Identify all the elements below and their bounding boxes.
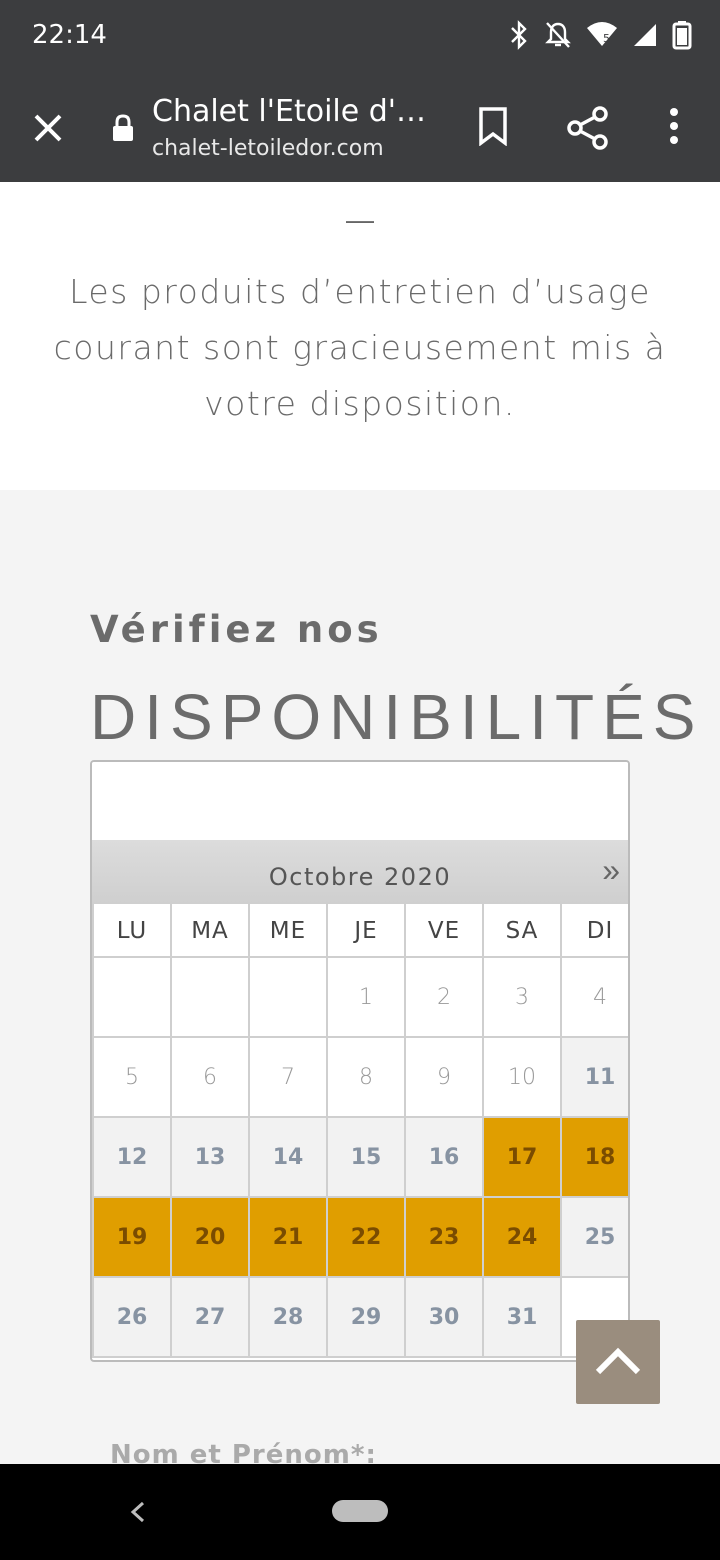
weekday-header: JE [328,904,404,956]
calendar-day-avail[interactable]: 27 [172,1278,248,1356]
share-icon [567,106,608,150]
calendar-day-past: 5 [94,1038,170,1116]
status-time: 22:14 [32,20,107,50]
calendar-day-past: 8 [328,1038,404,1116]
calendar-day-avail[interactable]: 31 [484,1278,560,1356]
lock-icon [112,114,134,147]
calendar-day-avail[interactable]: 25 [562,1198,628,1276]
calendar-day-booked[interactable]: 23 [406,1198,482,1276]
calendar-day-past: 7 [250,1038,326,1116]
calendar-day-avail[interactable]: 14 [250,1118,326,1196]
close-tab-button[interactable] [28,108,68,148]
calendar-top-space [92,762,628,840]
system-nav-bar [0,1464,720,1560]
calendar-empty-cell [250,958,326,1036]
calendar-day-avail[interactable]: 16 [406,1118,482,1196]
weekday-header: LU [94,904,170,956]
availability-heading: DISPONIBILITÉS [90,681,704,753]
weekday-header: MA [172,904,248,956]
weekday-header: VE [406,904,482,956]
page-title[interactable]: Chalet l'Etoile d'O... [152,94,432,129]
calendar-empty-cell [94,958,170,1036]
calendar-day-avail[interactable]: 12 [94,1118,170,1196]
more-options-button[interactable] [662,106,686,151]
wifi-icon: 5 [587,22,617,46]
home-pill-icon[interactable] [332,1500,388,1522]
calendar-day-booked[interactable]: 20 [172,1198,248,1276]
availability-calendar: Octobre 2020 » LU MA ME JE VE SA DI 1 2 3 4 5 6 7 8 9 10… [90,760,630,1362]
page-url[interactable]: chalet-letoiledor.com [152,136,384,161]
calendar-day-booked[interactable]: 18 [562,1118,628,1196]
calendar-day-avail[interactable]: 30 [406,1278,482,1356]
calendar-day-avail[interactable]: 11 [562,1038,628,1116]
description-text: Les produits d’entretien d’usage courant… [53,272,667,423]
calendar-day-past: 9 [406,1038,482,1116]
weekday-header: SA [484,904,560,956]
calendar-day-past: 3 [484,958,560,1036]
calendar-day-booked[interactable]: 21 [250,1198,326,1276]
calendar-day-past: 6 [172,1038,248,1116]
calendar-day-avail[interactable]: 26 [94,1278,170,1356]
calendar-day-past: 2 [406,958,482,1036]
calendar-grid: LU MA ME JE VE SA DI 1 2 3 4 5 6 7 8 9 10 11 12 13 14 15 16 17 1… [92,904,628,1358]
availability-subheading: Vérifiez nos [90,608,383,651]
chevron-up-icon [595,1347,641,1375]
more-vert-icon [670,108,678,144]
separator-dash: — [346,204,374,235]
content-section: — Les produits d’entretien d’usage coura… [0,182,720,490]
signal-icon [634,24,656,46]
calendar-day-past: 1 [328,958,404,1036]
browser-toolbar: Chalet l'Etoile d'O... chalet-letoiledor… [0,72,720,182]
svg-text:5: 5 [603,32,610,45]
weekday-header: DI [562,904,628,956]
back-to-top-button[interactable] [576,1320,660,1404]
calendar-day-past: 4 [562,958,628,1036]
bluetooth-icon [511,20,527,50]
share-button[interactable] [566,106,610,155]
calendar-day-past: 10 [484,1038,560,1116]
calendar-empty-cell [172,958,248,1036]
weekday-header: ME [250,904,326,956]
status-bar: 22:14 5 [0,0,720,72]
calendar-day-booked[interactable]: 17 [484,1118,560,1196]
bookmark-button[interactable] [476,106,510,151]
calendar-day-booked[interactable]: 22 [328,1198,404,1276]
calendar-day-booked[interactable]: 24 [484,1198,560,1276]
next-month-button[interactable]: » [602,852,620,889]
calendar-day-avail[interactable]: 28 [250,1278,326,1356]
do-not-disturb-icon [545,22,571,48]
calendar-day-avail[interactable]: 15 [328,1118,404,1196]
status-icons: 5 [508,20,692,50]
calendar-day-booked[interactable]: 19 [94,1198,170,1276]
calendar-month-label: Octobre 2020 [268,863,452,891]
calendar-header: Octobre 2020 » [92,840,628,904]
back-icon [130,1501,145,1523]
battery-icon [672,21,692,50]
bookmark-icon [479,107,507,147]
nav-back-button[interactable] [128,1500,148,1529]
close-icon [34,114,62,142]
calendar-day-avail[interactable]: 13 [172,1118,248,1196]
calendar-day-avail[interactable]: 29 [328,1278,404,1356]
